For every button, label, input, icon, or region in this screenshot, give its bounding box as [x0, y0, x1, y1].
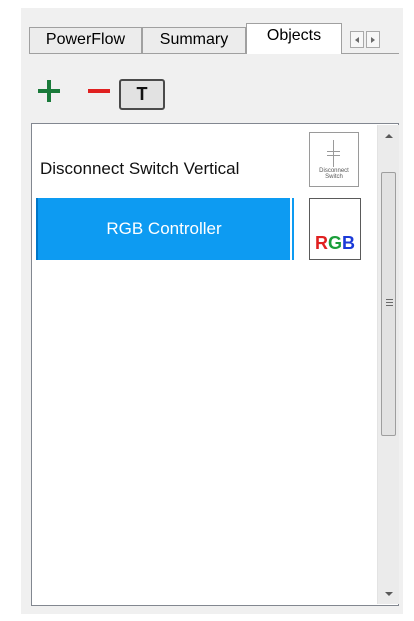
chevron-down-icon: [384, 591, 393, 596]
tab-summary[interactable]: Summary: [142, 27, 246, 53]
tab-powerflow[interactable]: PowerFlow: [29, 27, 142, 53]
chevron-right-icon: [371, 36, 375, 43]
thumbnail-caption: Disconnect Switch: [319, 168, 349, 180]
tab-scroll-left-button[interactable]: [350, 31, 364, 48]
disconnect-switch-icon: Disconnect Switch: [309, 132, 359, 187]
scroll-up-button[interactable]: [378, 125, 399, 146]
rgb-controller-icon: RGB: [309, 198, 361, 260]
tab-objects[interactable]: Objects: [246, 23, 342, 54]
objects-panel: PowerFlow Summary Objects T Disconnect S…: [21, 8, 403, 614]
objects-list: Disconnect Switch Vertical Disconnect Sw…: [31, 123, 399, 606]
scroll-down-button[interactable]: [378, 583, 399, 604]
list-item-label: RGB Controller: [36, 198, 290, 260]
selection-edge: [292, 198, 294, 260]
list-scrollbar[interactable]: [377, 125, 399, 604]
chevron-up-icon: [384, 133, 393, 138]
list-item-rgb-controller[interactable]: RGB Controller RGB: [34, 198, 373, 260]
tab-bar: PowerFlow Summary Objects: [29, 17, 399, 54]
list-item-disconnect-switch-vertical[interactable]: Disconnect Switch Vertical Disconnect Sw…: [34, 132, 373, 194]
rgb-letters: RGB: [310, 233, 360, 254]
list-item-label: Disconnect Switch Vertical: [40, 159, 240, 178]
text-toggle-button[interactable]: T: [119, 79, 165, 110]
rgb-letter-b: B: [342, 233, 355, 253]
tab-scroll-right-button[interactable]: [366, 31, 380, 48]
rgb-letter-r: R: [314, 233, 328, 253]
tab-divider: [29, 53, 399, 54]
grip-icon: [386, 299, 393, 300]
chevron-left-icon: [355, 36, 359, 43]
rgb-letter-g: G: [327, 233, 342, 253]
scrollbar-thumb[interactable]: [381, 172, 396, 436]
remove-object-button[interactable]: [88, 89, 110, 93]
add-object-button[interactable]: [38, 80, 60, 102]
